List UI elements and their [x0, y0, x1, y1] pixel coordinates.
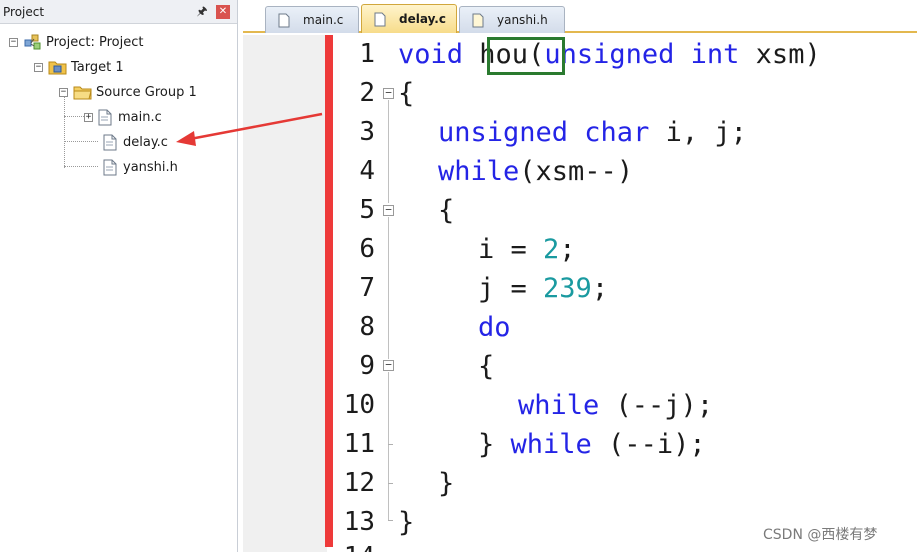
tree-label-target: Target 1 [71, 59, 124, 75]
keyword: while [518, 390, 600, 421]
code-text: (--i); [591, 429, 706, 460]
project-icon [24, 34, 41, 50]
code-text: (xsm--) [519, 156, 634, 187]
code-line-4: while(xsm--) [438, 152, 633, 191]
code-text: } [478, 429, 511, 460]
tree-label-main-c: main.c [118, 109, 162, 125]
number-literal: 239 [543, 273, 592, 304]
code-text: } [438, 468, 455, 499]
file-icon [103, 134, 117, 150]
code-text: i = [478, 234, 544, 265]
expand-icon[interactable]: + [84, 112, 93, 122]
line-number: 9 [359, 351, 375, 381]
number-literal: 2 [543, 234, 560, 265]
collapse-icon[interactable]: − [383, 359, 394, 371]
editor-gutter [243, 35, 327, 552]
line-number: 12 [343, 468, 375, 498]
collapse-icon[interactable]: − [383, 87, 394, 99]
watermark: CSDN @西楼有梦 [763, 527, 878, 543]
code-text: { [398, 78, 415, 109]
tree-item-main-c[interactable]: + main.c [84, 107, 162, 127]
code-text: j = [478, 273, 544, 304]
file-icon [278, 13, 290, 27]
project-panel-title: Project [3, 5, 45, 19]
tree-label-project: Project: Project [46, 34, 144, 50]
collapse-icon[interactable]: − [34, 62, 43, 72]
collapse-icon[interactable]: − [59, 87, 68, 97]
tab-yanshi-h[interactable]: yanshi.h [459, 6, 565, 33]
line-number: 13 [343, 507, 375, 537]
line-number: 11 [343, 429, 375, 459]
tree-label-delay-c: delay.c [123, 134, 168, 150]
collapse-icon[interactable]: − [9, 37, 18, 47]
line-number: 10 [343, 390, 375, 420]
code-text: xsm) [739, 39, 821, 70]
close-icon[interactable]: ✕ [216, 5, 230, 19]
pin-icon[interactable]: 🖈 [195, 3, 209, 19]
keyword: unsigned int [544, 39, 740, 70]
tab-label: main.c [303, 13, 344, 27]
code-line-2: { [398, 74, 414, 113]
code-line-3: unsigned char i, j; [438, 113, 747, 152]
code-text: i, j; [649, 117, 747, 148]
code-line-11: } while (--i); [478, 425, 706, 464]
file-icon [103, 159, 117, 175]
line-number: 14 [331, 538, 375, 552]
tree-item-target[interactable]: − Target 1 [34, 57, 124, 77]
keyword: while [510, 429, 592, 460]
code-line-5: { [438, 191, 454, 230]
tab-label: delay.c [399, 12, 446, 26]
line-number: 3 [359, 117, 375, 147]
code-line-6: i = 2; [478, 230, 576, 269]
keyword: void [398, 39, 464, 70]
line-number: 4 [359, 156, 375, 186]
tab-bar: main.c delay.c yanshi.h [243, 0, 917, 33]
code-text: { [478, 351, 495, 382]
project-panel-header: Project 🖈 ✕ [0, 0, 237, 24]
code-line-8: do [478, 308, 511, 347]
code-text: ; [559, 234, 576, 265]
tree-item-source-group[interactable]: − Source Group 1 [59, 82, 197, 102]
tab-delay-c[interactable]: delay.c [361, 4, 457, 33]
keyword: while [438, 156, 520, 187]
code-line-13: } [398, 503, 414, 542]
collapse-icon[interactable]: − [383, 204, 394, 216]
keyword: do [478, 312, 511, 343]
line-number: 1 [359, 39, 375, 69]
line-number: 6 [359, 234, 375, 264]
tab-main-c[interactable]: main.c [265, 6, 359, 33]
tree-label-yanshi-h: yanshi.h [123, 159, 178, 175]
code-text: { [438, 195, 455, 226]
code-text: ; [591, 273, 609, 304]
line-number: 8 [359, 312, 375, 342]
line-number: 7 [359, 273, 375, 303]
folder-icon [73, 86, 92, 100]
line-number: 2 [359, 78, 375, 108]
file-icon [98, 109, 112, 125]
line-number: 5 [359, 195, 375, 225]
code-text: } [398, 507, 415, 538]
code-line-1: void hou(unsigned int xsm) [398, 35, 821, 74]
code-text: (--j); [599, 390, 714, 421]
keyword: unsigned char [438, 117, 650, 148]
code-line-10: while (--j); [518, 386, 713, 425]
code-line-12: } [438, 464, 454, 503]
file-icon [472, 13, 484, 27]
file-icon [374, 12, 386, 26]
tree-item-delay-c[interactable]: delay.c [98, 132, 168, 152]
function-name-highlight-box [487, 37, 565, 75]
code-line-7: j = 239; [478, 269, 608, 308]
target-folder-icon [48, 61, 67, 75]
tree-item-yanshi-h[interactable]: yanshi.h [98, 157, 178, 177]
tab-label: yanshi.h [497, 13, 548, 27]
tree-item-project[interactable]: − Project: Project [9, 32, 143, 52]
tree-label-source-group: Source Group 1 [96, 84, 197, 100]
project-panel: Project 🖈 ✕ − Project: Project − Target … [0, 0, 238, 552]
code-line-9: { [478, 347, 494, 386]
